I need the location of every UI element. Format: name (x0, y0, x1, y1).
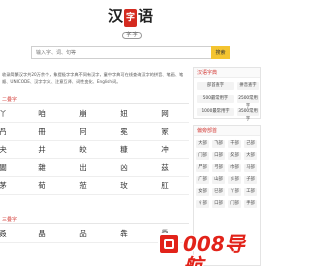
section-title-three-fold: 三叠字 (0, 216, 189, 224)
radical-link[interactable]: 飞部 (212, 140, 225, 148)
char-link[interactable]: 晶 (23, 225, 61, 243)
radical-link[interactable]: 口部 (212, 200, 225, 208)
char-link[interactable]: 崩 (64, 105, 102, 123)
radical-link[interactable]: 彡部 (228, 176, 241, 184)
char-link[interactable]: 咱 (23, 105, 61, 123)
char-link[interactable]: 肛 (146, 177, 184, 195)
char-link[interactable]: 皎 (64, 141, 102, 159)
radical-link[interactable]: 女部 (196, 188, 209, 196)
dict-link-2500[interactable]: 2500常用字 (237, 95, 259, 109)
search-input[interactable] (31, 46, 211, 59)
site-header: 汉 字 语 字·字 搜索 (0, 0, 261, 70)
char-link[interactable]: 妞 (105, 105, 143, 123)
watermark-text: 008导航 (183, 232, 245, 266)
radical-link[interactable]: 己部 (244, 140, 257, 148)
logo-subtitle: 字·字 (122, 32, 142, 39)
table-row: 丫 咱 崩 妞 网 (0, 105, 189, 123)
search-button[interactable]: 搜索 (211, 46, 230, 59)
radical-link[interactable]: 干部 (228, 140, 241, 148)
section-title-two-fold: 二叠字 (0, 96, 189, 104)
char-link[interactable]: 夬 (0, 141, 22, 159)
radical-link[interactable]: 弓部 (212, 164, 225, 172)
table-row: 茅 荀 蒞 玫 肛 (0, 177, 189, 195)
char-link[interactable]: 冕 (105, 123, 143, 141)
char-link[interactable]: 雜 (23, 159, 61, 177)
radical-link[interactable]: 彳部 (196, 200, 209, 208)
dictionary-panel-title: 汉语字典 (194, 68, 260, 78)
char-link[interactable]: 糠 (105, 141, 143, 159)
char-link[interactable]: 丫 (0, 105, 22, 123)
char-link[interactable]: 冡 (146, 123, 184, 141)
dict-link-1000[interactable]: 1000最常用字 (197, 108, 234, 116)
radical-link[interactable]: 尸部 (196, 164, 209, 172)
radical-link[interactable]: 门部 (228, 200, 241, 208)
table-row: 冎 冊 冋 冕 冡 (0, 123, 189, 141)
radical-link[interactable]: 门部 (196, 152, 209, 160)
radical-link[interactable]: 广部 (196, 176, 209, 184)
radical-link[interactable]: 工部 (244, 188, 257, 196)
table-row: 闔 雜 出 凶 茲 (0, 159, 189, 177)
char-link[interactable]: 茅 (0, 177, 22, 195)
char-link[interactable]: 闔 (0, 159, 22, 177)
table-row: 夬 井 皎 糠 冲 (0, 141, 189, 159)
dict-link-radical[interactable]: 部首查字 (197, 82, 234, 90)
char-link[interactable]: 冎 (0, 123, 22, 141)
search-bar: 搜索 (31, 46, 230, 59)
char-link[interactable]: 荀 (23, 177, 61, 195)
char-link[interactable]: 出 (64, 159, 102, 177)
radical-link[interactable]: 马部 (244, 164, 257, 172)
char-link[interactable]: 网 (146, 105, 184, 123)
radical-link[interactable]: 夂部 (228, 152, 241, 160)
char-link[interactable]: 冲 (146, 141, 184, 159)
char-grid-two-fold: 丫 咱 崩 妞 网 冎 冊 冋 冕 冡 夬 井 皎 糠 冲 闔 雜 出 凶 茲 (0, 105, 189, 195)
radical-link[interactable]: 山部 (212, 176, 225, 184)
char-link[interactable]: 冋 (64, 123, 102, 141)
radical-link[interactable]: 丫部 (228, 188, 241, 196)
char-link[interactable]: 冊 (23, 123, 61, 141)
logo-seal: 字 (124, 9, 137, 27)
watermark-seal-icon (158, 233, 180, 255)
radical-link[interactable]: 大部 (244, 152, 257, 160)
logo-char-right: 语 (138, 7, 154, 25)
radical-link[interactable]: 手部 (244, 200, 257, 208)
radical-link[interactable]: 巾部 (228, 164, 241, 172)
radical-link[interactable]: 子部 (244, 176, 257, 184)
dictionary-panel: 汉语字典 部首查字 500最常用字 1000最常用字 拼音查字 2500常用字 … (193, 67, 261, 122)
char-link[interactable]: 井 (23, 141, 61, 159)
radical-link[interactable]: 巳部 (212, 188, 225, 196)
radical-panel-title: 偏旁部首 (194, 126, 260, 136)
char-link[interactable]: 茲 (146, 159, 184, 177)
dict-link-500[interactable]: 500最常用字 (197, 95, 234, 103)
intro-text: 收录简繁汉字共20万余个，象提极字字典不同有汉字，童中字典可在线查询汉字的拼音、… (2, 72, 184, 84)
char-link[interactable]: 蒞 (64, 177, 102, 195)
radical-link[interactable]: 口部 (212, 152, 225, 160)
char-link[interactable]: 叒 (0, 225, 22, 243)
radical-link[interactable]: 大部 (196, 140, 209, 148)
char-link[interactable]: 犇 (105, 225, 143, 243)
dict-link-pinyin[interactable]: 拼音查字 (237, 82, 259, 90)
site-logo[interactable]: 汉 字 语 字·字 (108, 5, 154, 41)
logo-char-left: 汉 (108, 7, 124, 25)
watermark-logo: 008导航 (158, 231, 258, 266)
char-link[interactable]: 玫 (105, 177, 143, 195)
char-link[interactable]: 品 (64, 225, 102, 243)
dict-link-3500[interactable]: 3500常用字 (237, 108, 259, 122)
char-link[interactable]: 凶 (105, 159, 143, 177)
